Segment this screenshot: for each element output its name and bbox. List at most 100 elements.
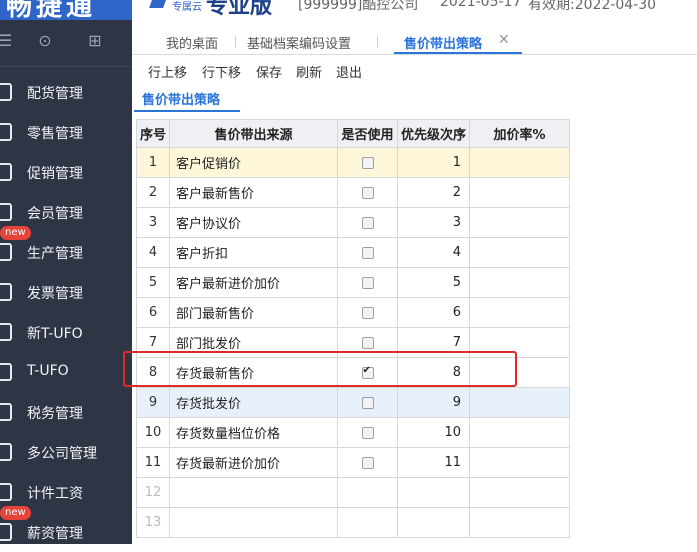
cell-priority[interactable]: 1 (397, 147, 470, 178)
cell-source[interactable]: 存货最新进价加价 (169, 447, 338, 478)
cell-enabled[interactable] (337, 507, 398, 538)
sidebar-item[interactable]: 促销管理 (0, 152, 132, 192)
cell-enabled[interactable] (337, 447, 398, 478)
cell-markup[interactable] (469, 177, 570, 208)
cell-source[interactable] (169, 477, 338, 508)
sidebar-item[interactable]: 配货管理 (0, 72, 132, 112)
cell-priority[interactable]: 5 (397, 267, 470, 298)
enabled-checkbox[interactable] (361, 456, 374, 469)
exit-button[interactable]: 退出 (336, 62, 362, 81)
table-row[interactable]: 10 存货数量档位价格 10 (136, 417, 570, 448)
enabled-checkbox[interactable] (361, 156, 374, 169)
cell-source[interactable]: 客户最新售价 (169, 177, 338, 208)
cell-source[interactable]: 存货数量档位价格 (169, 417, 338, 448)
cell-enabled[interactable] (337, 387, 398, 418)
cell-source[interactable]: 客户促销价 (169, 147, 338, 178)
cell-enabled[interactable] (337, 477, 398, 508)
enabled-checkbox[interactable] (361, 276, 374, 289)
column-header-markup[interactable]: 加价率% (469, 119, 570, 148)
cell-enabled[interactable] (337, 327, 398, 358)
table-row[interactable]: 2 客户最新售价 2 (136, 177, 570, 208)
cell-markup[interactable] (469, 147, 570, 178)
table-row[interactable]: 11 存货最新进价加价 11 (136, 447, 570, 478)
close-tab-icon[interactable]: ✕ (498, 32, 510, 48)
cell-source[interactable]: 客户协议价 (169, 207, 338, 238)
sidebar-item[interactable]: 薪资管理 new (0, 506, 132, 552)
column-header-enabled[interactable]: 是否使用 (337, 119, 398, 148)
search-icon[interactable]: ⊙ (36, 32, 54, 50)
add-shortcut-icon[interactable]: ⊞ (86, 32, 104, 50)
cell-source[interactable]: 客户折扣 (169, 237, 338, 268)
cell-markup[interactable] (469, 477, 570, 508)
cell-enabled[interactable] (337, 417, 398, 448)
sidebar-item[interactable]: T-UFO (0, 352, 132, 392)
cell-markup[interactable] (469, 357, 570, 388)
table-row[interactable]: 7 部门批发价 7 (136, 327, 570, 358)
enabled-checkbox[interactable] (361, 426, 374, 439)
cell-enabled[interactable] (337, 147, 398, 178)
menu-icon[interactable]: ☰ (0, 32, 14, 50)
cell-markup[interactable] (469, 207, 570, 238)
cell-markup[interactable] (469, 417, 570, 448)
move-down-button[interactable]: 行下移 (202, 62, 241, 81)
refresh-button[interactable]: 刷新 (296, 62, 322, 81)
cell-priority[interactable]: 6 (397, 297, 470, 328)
tab-price-strategy[interactable]: 售价带出策略 (404, 33, 482, 52)
enabled-checkbox[interactable] (361, 246, 374, 259)
column-header-seq[interactable]: 序号 (136, 119, 170, 148)
enabled-checkbox[interactable] (361, 186, 374, 199)
enabled-checkbox[interactable] (361, 336, 374, 349)
table-row[interactable]: 9 存货批发价 9 (136, 387, 570, 418)
cell-enabled[interactable] (337, 237, 398, 268)
enabled-checkbox[interactable] (361, 365, 374, 379)
cell-priority[interactable] (397, 507, 470, 538)
cell-enabled[interactable] (337, 357, 398, 388)
cell-priority[interactable]: 4 (397, 237, 470, 268)
cell-markup[interactable] (469, 327, 570, 358)
sidebar-item[interactable]: 发票管理 (0, 272, 132, 312)
cell-source[interactable]: 存货最新售价 (169, 357, 338, 388)
cell-enabled[interactable] (337, 297, 398, 328)
column-header-source[interactable]: 售价带出来源 (169, 119, 338, 148)
tab-code-settings[interactable]: 基础档案编码设置 (247, 33, 351, 52)
cell-source[interactable]: 部门批发价 (169, 327, 338, 358)
cell-enabled[interactable] (337, 177, 398, 208)
table-row[interactable]: 1 客户促销价 1 (136, 147, 570, 178)
cell-priority[interactable]: 8 (397, 357, 470, 388)
sidebar-item[interactable]: 新T-UFO (0, 312, 132, 352)
sidebar-item[interactable]: 生产管理 new (0, 226, 132, 272)
move-up-button[interactable]: 行上移 (148, 62, 187, 81)
tab-desktop[interactable]: 我的桌面 (166, 33, 218, 52)
cell-markup[interactable] (469, 237, 570, 268)
cell-priority[interactable]: 11 (397, 447, 470, 478)
cell-priority[interactable]: 3 (397, 207, 470, 238)
cell-source[interactable]: 存货批发价 (169, 387, 338, 418)
cell-priority[interactable]: 9 (397, 387, 470, 418)
cell-enabled[interactable] (337, 207, 398, 238)
table-row[interactable]: 13 (136, 507, 570, 538)
cell-markup[interactable] (469, 387, 570, 418)
cell-priority[interactable]: 7 (397, 327, 470, 358)
cell-markup[interactable] (469, 267, 570, 298)
table-row[interactable]: 8存货最新售价8 (136, 357, 570, 388)
cell-enabled[interactable] (337, 267, 398, 298)
cell-source[interactable]: 客户最新进价加价 (169, 267, 338, 298)
sidebar-item[interactable]: 税务管理 (0, 392, 132, 432)
cell-priority[interactable]: 10 (397, 417, 470, 448)
sidebar-item[interactable]: 零售管理 (0, 112, 132, 152)
table-row[interactable]: 6 部门最新售价 6 (136, 297, 570, 328)
cell-markup[interactable] (469, 507, 570, 538)
enabled-checkbox[interactable] (361, 306, 374, 319)
table-row[interactable]: 4 客户折扣 4 (136, 237, 570, 268)
cell-source[interactable] (169, 507, 338, 538)
sidebar-item[interactable]: 多公司管理 (0, 432, 132, 472)
column-header-priority[interactable]: 优先级次序 (397, 119, 470, 148)
cell-markup[interactable] (469, 297, 570, 328)
enabled-checkbox[interactable] (361, 216, 374, 229)
table-row[interactable]: 3 客户协议价 3 (136, 207, 570, 238)
table-row[interactable]: 5 客户最新进价加价 5 (136, 267, 570, 298)
cell-priority[interactable] (397, 477, 470, 508)
save-button[interactable]: 保存 (256, 62, 282, 81)
cell-markup[interactable] (469, 447, 570, 478)
cell-source[interactable]: 部门最新售价 (169, 297, 338, 328)
